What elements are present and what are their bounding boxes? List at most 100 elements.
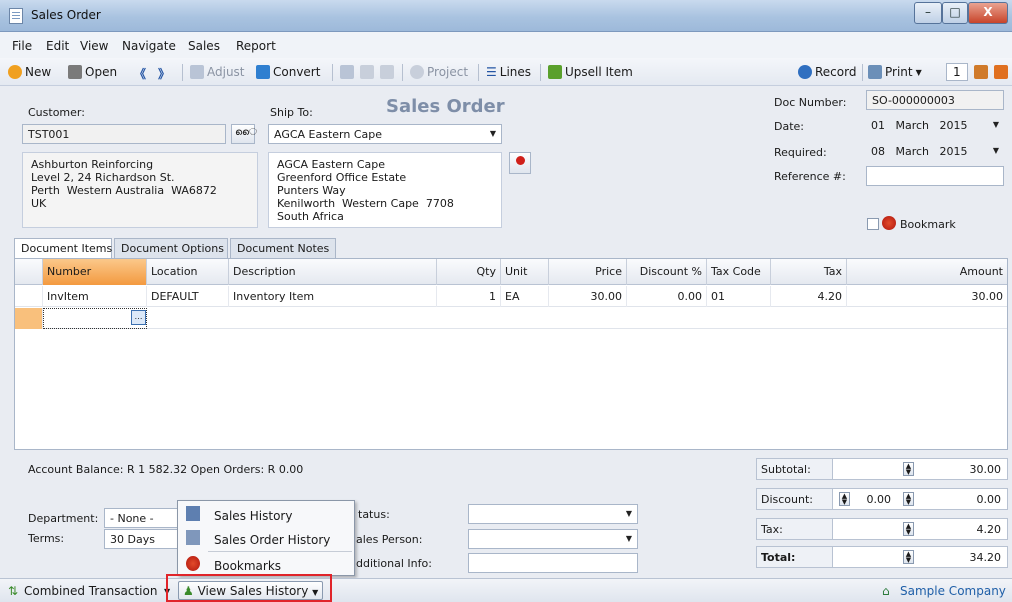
column-description[interactable]: Description (229, 259, 437, 285)
lines-button[interactable]: ☰ Lines (486, 65, 531, 79)
cell-number[interactable]: InvItem (43, 286, 147, 307)
upsell-item-button[interactable]: Upsell Item (548, 65, 633, 79)
doc-number-field: SO-000000003 (866, 90, 1004, 110)
tax-spinner[interactable]: ▲ ▼ (903, 522, 914, 536)
date-picker[interactable]: 01 March 2015 (866, 116, 1004, 136)
row-selector[interactable] (15, 286, 43, 307)
tab-document-items[interactable]: Document Items (14, 238, 112, 259)
company-icon: ⌂ (882, 584, 890, 598)
adjust-button[interactable]: Adjust (190, 65, 245, 79)
column-tax[interactable]: Tax (771, 259, 847, 285)
subtotal-spinner[interactable]: ▲ ▼ (903, 462, 914, 476)
status-dropdown[interactable] (468, 504, 638, 524)
cell-tax[interactable]: 4.20 (771, 286, 847, 307)
column-number[interactable]: Number (43, 259, 147, 285)
lookup-ellipsis-button[interactable]: … (131, 310, 146, 325)
new-entry-row[interactable]: … (15, 308, 1007, 329)
app-icon (9, 8, 23, 24)
copies-field[interactable]: 1 (946, 63, 968, 81)
discount-spinner[interactable]: ▲ ▼ (903, 492, 914, 506)
print-button[interactable]: Print ▼ (868, 65, 922, 79)
company-name[interactable]: Sample Company (900, 584, 1006, 598)
maximize-button[interactable]: □ (942, 2, 968, 24)
menu-file[interactable]: File (12, 39, 32, 53)
cell-qty[interactable]: 1 (437, 286, 501, 307)
combined-transaction-icon: ⇅ (8, 584, 19, 598)
cell-tax-code[interactable]: 01 (707, 286, 771, 307)
total-spinner[interactable]: ▲ ▼ (903, 550, 914, 564)
new-button[interactable]: New (8, 65, 51, 79)
toolbar-separator (478, 64, 479, 81)
department-label: Department: (28, 512, 99, 525)
column-tax-code[interactable]: Tax Code (707, 259, 771, 285)
tab-document-notes[interactable]: Document Notes (230, 238, 336, 258)
convert-button[interactable]: Convert (256, 65, 320, 79)
column-discount[interactable]: Discount % (627, 259, 707, 285)
customer-field[interactable]: TST001 (22, 124, 226, 144)
users-icon-button[interactable] (974, 65, 988, 79)
toolbar-separator (540, 64, 541, 81)
bookmark-checkbox[interactable] (867, 218, 879, 230)
toolbar-separator (402, 64, 403, 81)
column-amount[interactable]: Amount (847, 259, 1007, 285)
calendar-icon-button[interactable] (994, 65, 1008, 79)
cell-price[interactable]: 30.00 (549, 286, 627, 307)
sales-person-dropdown[interactable] (468, 529, 638, 549)
cell-description[interactable]: Inventory Item (229, 286, 437, 307)
toolbar: New Open 《 》 Adjust Convert Project ☰ Lin… (0, 58, 1012, 86)
copy-icon-button[interactable] (360, 65, 374, 79)
discount-percent[interactable]: 0.00 (867, 493, 892, 506)
open-button[interactable]: Open (68, 65, 117, 79)
menu-view[interactable]: View (80, 39, 108, 53)
record-button[interactable]: Record (798, 65, 856, 79)
reference-field[interactable] (866, 166, 1004, 186)
date-label: Date: (774, 120, 804, 133)
items-grid: Number Location Description Qty Unit Pri… (14, 258, 1008, 450)
next-button[interactable]: 》 (158, 65, 170, 82)
menu-item-sales-history[interactable]: Sales History (178, 503, 354, 525)
cell-discount[interactable]: 0.00 (627, 286, 707, 307)
menu-item-sales-order-history[interactable]: Sales Order History (178, 527, 354, 549)
sales-history-icon (186, 506, 200, 521)
table-row[interactable]: InvItem DEFAULT Inventory Item 1 EA 30.0… (15, 286, 1007, 307)
minimize-button[interactable]: – (914, 2, 942, 24)
map-pin-icon[interactable] (509, 152, 531, 174)
save-icon-button[interactable] (340, 65, 354, 79)
terms-dropdown[interactable]: 30 Days From (104, 529, 184, 549)
tax-row: Tax: ▲ ▼ 4.20 (756, 518, 1008, 540)
terms-label: Terms: (28, 532, 65, 545)
combined-transaction-button[interactable]: Combined Transaction (24, 584, 157, 598)
menu-report[interactable]: Report (236, 39, 276, 53)
project-button[interactable]: Project (410, 65, 468, 79)
row-selector[interactable] (15, 308, 43, 329)
menu-edit[interactable]: Edit (46, 39, 69, 53)
close-button[interactable]: X (968, 2, 1008, 24)
cell-unit[interactable]: EA (501, 286, 549, 307)
cell-amount[interactable]: 30.00 (847, 286, 1007, 307)
required-date-picker[interactable]: 08 March 2015 (866, 142, 1004, 162)
discount-value[interactable]: 0.00 (977, 493, 1002, 506)
column-unit[interactable]: Unit (501, 259, 549, 285)
email-icon-button[interactable] (380, 65, 394, 79)
ship-to-dropdown[interactable]: AGCA Eastern Cape (268, 124, 502, 144)
column-qty[interactable]: Qty (437, 259, 501, 285)
customer-lookup-icon[interactable]: ൈ (231, 124, 257, 144)
column-location[interactable]: Location (147, 259, 229, 285)
status-bar: ⇅ Combined Transaction ▼ ♟ View Sales Hi… (0, 578, 1012, 602)
open-icon (68, 65, 82, 79)
department-dropdown[interactable]: - None - (104, 508, 184, 528)
column-price[interactable]: Price (549, 259, 627, 285)
menu-item-bookmarks[interactable]: Bookmarks (178, 553, 354, 575)
tab-document-options[interactable]: Document Options (114, 238, 228, 258)
total-value: 34.20 (969, 551, 1002, 564)
toolbar-separator (862, 64, 863, 81)
previous-button[interactable]: 《 (134, 65, 146, 82)
subtotal-value: 30.00 (969, 463, 1002, 476)
cell-location[interactable]: DEFAULT (147, 286, 229, 307)
additional-info-field[interactable] (468, 553, 638, 573)
menu-navigate[interactable]: Navigate (122, 39, 176, 53)
menu-sales[interactable]: Sales (188, 39, 220, 53)
discount-pct-spinner[interactable]: ▲ ▼ (839, 492, 850, 506)
doc-number-label: Doc Number: (774, 96, 847, 109)
total-row: Total: ▲ ▼ 34.20 (756, 546, 1008, 568)
